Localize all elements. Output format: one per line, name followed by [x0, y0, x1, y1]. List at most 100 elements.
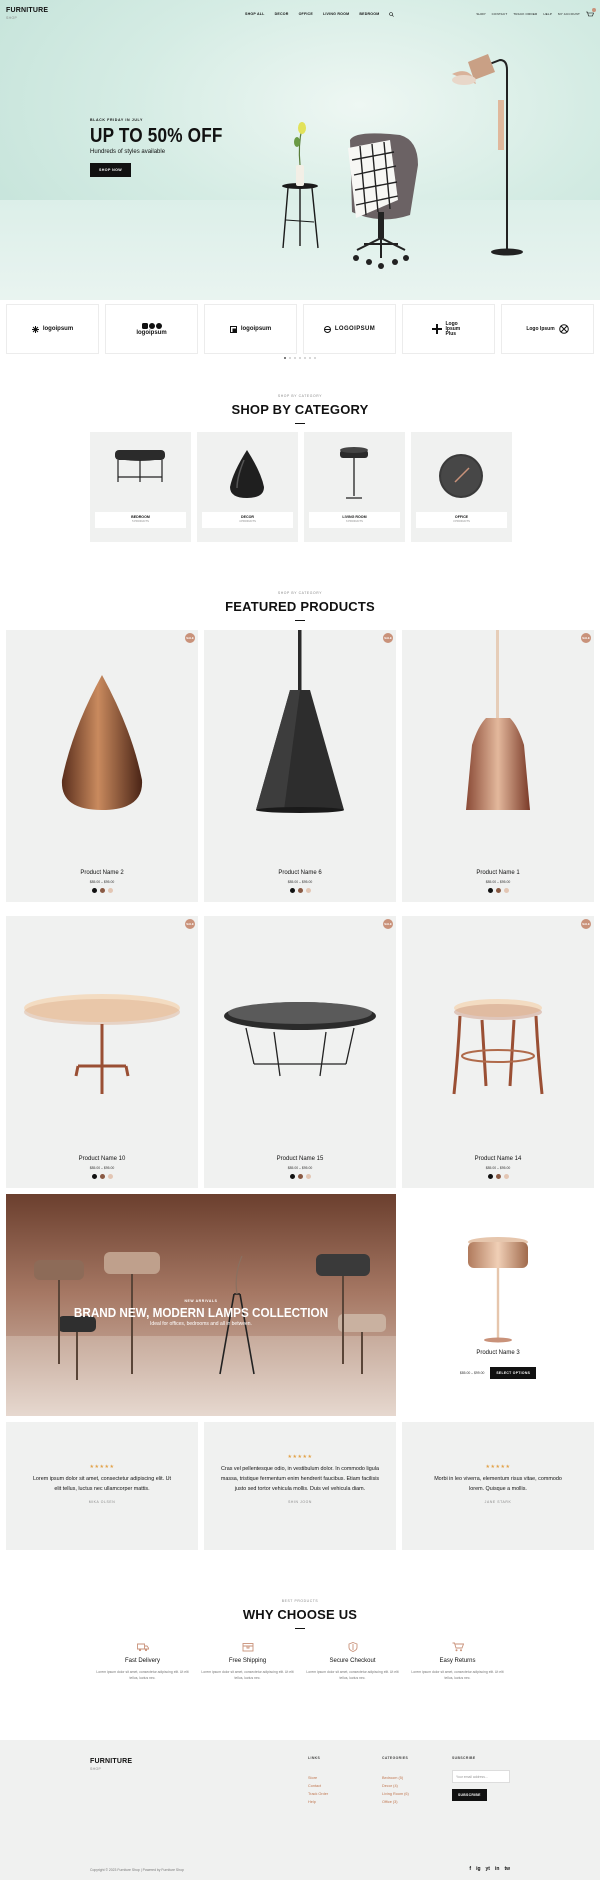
feature-title: Fast Delivery — [124, 1658, 160, 1664]
footer: FURNITURE SHOP LINKS Store Contact Track… — [0, 1740, 600, 1880]
footer-links-title: LINKS — [308, 1756, 321, 1760]
swatch-black[interactable] — [487, 1174, 493, 1179]
product-card[interactable]: SALE Product Name 14 $85.00 – $95.00 — [402, 916, 594, 1188]
partner-logo-text: LOGOIPSUM — [334, 326, 376, 332]
feature-title: Easy Returns — [439, 1658, 476, 1664]
partner-logo[interactable]: Logo Ipsum Plus — [402, 304, 495, 354]
footer-logo[interactable]: FURNITURE SHOP — [90, 1758, 132, 1773]
subscribe-button[interactable]: SUBSCRIBE — [452, 1789, 487, 1801]
office-clock-image — [439, 454, 483, 498]
featured-product-name[interactable]: Product Name 3 — [402, 1350, 594, 1356]
swatch-black[interactable] — [91, 888, 97, 893]
carousel-dot[interactable] — [299, 357, 301, 359]
footer-link-store[interactable]: Store — [308, 1776, 328, 1780]
swatch-brown[interactable] — [99, 888, 105, 893]
testimonial-quote: Cras vel pellentesque odio, in vestibulu… — [220, 1466, 380, 1492]
box-icon — [242, 1643, 253, 1652]
swatch-brown[interactable] — [495, 888, 501, 893]
product-image-stool — [452, 999, 544, 1095]
category-card-office[interactable]: OFFICE 3 PRODUCTS — [411, 432, 512, 542]
hero-scene-illustration — [282, 54, 523, 269]
footer-cat-living-room[interactable]: Living Room (6) — [382, 1792, 409, 1796]
product-name[interactable]: Product Name 15 — [204, 1156, 396, 1162]
swatch-brown[interactable] — [99, 1174, 105, 1179]
partner-logo[interactable]: logoipsum — [105, 304, 198, 354]
footer-link-contact[interactable]: Contact — [308, 1784, 328, 1788]
category-card-living-room[interactable]: LIVING ROOM 6 PRODUCTS — [304, 432, 405, 542]
promo-banner[interactable]: NEW ARRIVALS BRAND NEW, MODERN LAMPS COL… — [6, 1194, 396, 1416]
carousel-dot[interactable] — [304, 357, 306, 359]
swatch-black[interactable] — [289, 1174, 295, 1179]
linkedin-icon[interactable]: in — [495, 1866, 499, 1872]
swatch-black[interactable] — [289, 888, 295, 893]
swatch-beige[interactable] — [107, 888, 113, 893]
product-name[interactable]: Product Name 6 — [204, 870, 396, 876]
swatch-brown[interactable] — [297, 888, 303, 893]
logo-mark-icon — [558, 324, 569, 334]
category-eyebrow: SHOP BY CATEGORY — [277, 394, 323, 398]
product-card[interactable]: SALE Product Name 6 $85.00 – $95.00 — [204, 630, 396, 902]
swatch-beige[interactable] — [305, 888, 311, 893]
product-image-table-lamp — [468, 1237, 528, 1343]
shield-icon — [348, 1642, 357, 1652]
logo-mark-icon — [431, 324, 442, 334]
product-name[interactable]: Product Name 10 — [6, 1156, 198, 1162]
feature-title: Free Shipping — [228, 1658, 267, 1664]
category-card-bedroom[interactable]: BEDROOM 5 PRODUCTS — [90, 432, 191, 542]
product-name[interactable]: Product Name 14 — [402, 1156, 594, 1162]
product-image-coffee-table — [224, 1002, 376, 1077]
instagram-icon[interactable]: ig — [476, 1866, 480, 1872]
featured-product-price: $85.00 – $99.00 — [459, 1371, 485, 1375]
partner-logo[interactable]: Logo Ipsum — [501, 304, 594, 354]
email-field[interactable]: Your email address... — [452, 1770, 510, 1783]
swatch-beige[interactable] — [107, 1174, 113, 1179]
twitter-icon[interactable]: tw — [504, 1866, 510, 1872]
select-options-button[interactable]: SELECT OPTIONS — [490, 1367, 537, 1379]
product-price: $85.00 – $95.00 — [287, 880, 313, 884]
carousel-dot[interactable] — [284, 357, 286, 359]
footer-link-help[interactable]: Help — [308, 1800, 328, 1804]
product-card[interactable]: SALE Product Name 2 $85.00 – $95.00 — [6, 630, 198, 902]
product-price: $85.00 – $95.00 — [89, 880, 115, 884]
product-card[interactable]: SALE Product Name 15 $85.00 – $95.00 — [204, 916, 396, 1188]
title-underline — [295, 423, 305, 424]
partner-logo[interactable]: LOGOIPSUM — [303, 304, 396, 354]
product-name[interactable]: Product Name 1 — [402, 870, 594, 876]
footer-cat-bedroom[interactable]: Bedroom (5) — [382, 1776, 409, 1780]
youtube-icon[interactable]: yt — [486, 1866, 490, 1872]
facebook-icon[interactable]: f — [469, 1866, 471, 1872]
testimonial-quote: Lorem ipsum dolor sit amet, consectetur … — [32, 1476, 172, 1492]
truck-icon — [136, 1643, 149, 1652]
carousel-dot[interactable] — [309, 357, 311, 359]
partner-logo-text: Logo Ipsum Plus — [445, 320, 461, 337]
swatch-beige[interactable] — [305, 1174, 311, 1179]
swatch-brown[interactable] — [495, 1174, 501, 1179]
feature-text: Lorem ipsum dolor sit amet, consectetur … — [411, 1670, 504, 1680]
carousel-dot[interactable] — [289, 357, 291, 359]
feature-fast-delivery: Fast Delivery Lorem ipsum dolor sit amet… — [90, 1642, 195, 1681]
footer-link-track-order[interactable]: Track Order — [308, 1792, 328, 1796]
category-count: 5 PRODUCTS — [132, 520, 149, 523]
color-swatches — [6, 1174, 198, 1179]
footer-cat-office[interactable]: Office (3) — [382, 1800, 409, 1804]
product-grid-row-2: SALE Product Name 10 $85.00 – $95.00 SAL… — [6, 916, 594, 1188]
swatch-beige[interactable] — [503, 1174, 509, 1179]
featured-product-card[interactable]: Product Name 3 $85.00 – $99.00 SELECT OP… — [402, 1194, 594, 1416]
swatch-black[interactable] — [487, 888, 493, 893]
product-card[interactable]: SALE Product Name 1 $85.00 – $95.00 — [402, 630, 594, 902]
partner-logo[interactable]: logoipsum — [204, 304, 297, 354]
product-card[interactable]: SALE Product Name 10 $85.00 – $95.00 — [6, 916, 198, 1188]
carousel-dot[interactable] — [314, 357, 316, 359]
carousel-dot[interactable] — [294, 357, 296, 359]
feature-title: Secure Checkout — [329, 1658, 376, 1664]
promo-title: BRAND NEW, MODERN LAMPS COLLECTION — [73, 1305, 329, 1320]
swatch-brown[interactable] — [297, 1174, 303, 1179]
footer-cat-decor[interactable]: Decor (4) — [382, 1784, 409, 1788]
title-underline — [295, 1628, 305, 1629]
swatch-black[interactable] — [91, 1174, 97, 1179]
swatch-beige[interactable] — [503, 888, 509, 893]
product-name[interactable]: Product Name 2 — [6, 870, 198, 876]
category-card-decor[interactable]: DECOR 4 PRODUCTS — [197, 432, 298, 542]
testimonial-card: ★★★★★ Morbi in leo viverra, elementum ri… — [402, 1422, 594, 1550]
partner-logo[interactable]: logoipsum — [6, 304, 99, 354]
